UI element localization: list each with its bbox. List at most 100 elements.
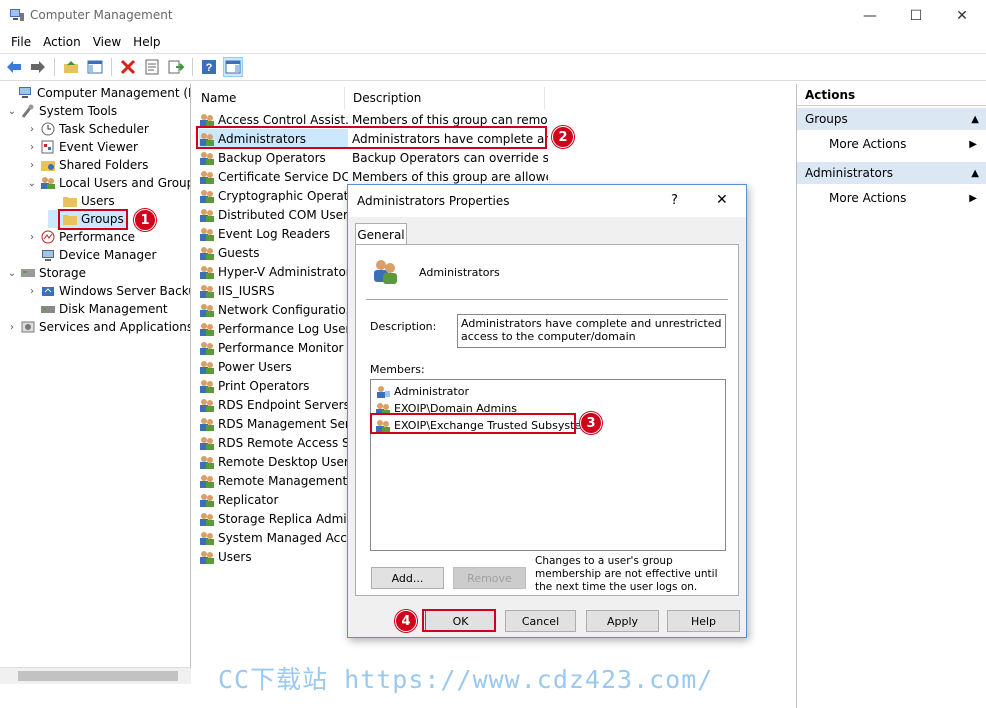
- close-button[interactable]: ✕: [939, 0, 985, 31]
- tree-item-device-manager[interactable]: Device Manager: [26, 246, 156, 264]
- list-item[interactable]: RDS Remote Access S...: [199, 433, 348, 452]
- dialog-help-button[interactable]: ?: [671, 193, 678, 208]
- tab-general[interactable]: General: [355, 223, 407, 245]
- maximize-button[interactable]: ☐: [893, 0, 939, 31]
- tree-item-event-viewer[interactable]: › Event Viewer: [26, 138, 138, 156]
- list-item[interactable]: Guests: [199, 243, 348, 262]
- group-icon: [200, 341, 214, 355]
- tree-item-performance[interactable]: › Performance: [26, 228, 135, 246]
- group-icon: [200, 531, 214, 545]
- chevron-right-icon[interactable]: ›: [26, 160, 38, 171]
- scrollbar-thumb[interactable]: [18, 671, 178, 681]
- members-list[interactable]: Administrator EXOIP\Domain Admins EXOIP\…: [370, 379, 726, 551]
- description-field[interactable]: Administrators have complete and unrestr…: [457, 314, 726, 348]
- group-description: Backup Operators can override se...: [352, 150, 548, 165]
- list-item[interactable]: Backup Operators Backup Operators can ove…: [199, 148, 548, 167]
- chevron-right-icon[interactable]: ›: [6, 322, 18, 333]
- delete-button[interactable]: [118, 57, 138, 77]
- list-item[interactable]: IIS_IUSRS: [199, 281, 348, 300]
- tree-item-computer-management[interactable]: Computer Management (Local: [4, 84, 190, 102]
- actions-section-administrators[interactable]: Administrators ▲: [797, 162, 986, 184]
- export-button[interactable]: [166, 57, 186, 77]
- list-item[interactable]: Remote Desktop Users: [199, 452, 348, 471]
- highlight-exchange-trusted-subsystem: [370, 413, 576, 434]
- help-button[interactable]: ?: [199, 57, 219, 77]
- list-item[interactable]: RDS Management Ser...: [199, 414, 348, 433]
- column-header-name[interactable]: Name: [193, 87, 345, 109]
- list-item[interactable]: Cryptographic Operat...: [199, 186, 348, 205]
- tree-item-windows-server-backup[interactable]: › Windows Server Backup: [26, 282, 190, 300]
- menu-action[interactable]: Action: [37, 35, 87, 49]
- list-item[interactable]: Distributed COM Users: [199, 205, 348, 224]
- toolbar-separator: [111, 58, 112, 76]
- group-name: Replicator: [218, 492, 279, 507]
- list-item[interactable]: RDS Endpoint Servers: [199, 395, 348, 414]
- console-tree: Computer Management (Local ⌄ System Tools…: [0, 84, 191, 684]
- list-item[interactable]: Storage Replica Admi...: [199, 509, 348, 528]
- list-item[interactable]: Hyper-V Administrators: [199, 262, 348, 281]
- list-item[interactable]: Users: [199, 547, 348, 566]
- collapse-up-icon[interactable]: ▲: [971, 168, 979, 179]
- chevron-down-icon[interactable]: ⌄: [6, 268, 18, 279]
- back-button[interactable]: [4, 57, 24, 77]
- tree-item-system-tools[interactable]: ⌄ System Tools: [6, 102, 117, 120]
- actions-section-groups[interactable]: Groups ▲: [797, 108, 986, 130]
- tree-item-users[interactable]: Users: [48, 192, 115, 210]
- list-item[interactable]: Performance Monitor ...: [199, 338, 348, 357]
- list-item[interactable]: Power Users: [199, 357, 348, 376]
- group-name: Remote Desktop Users: [218, 454, 348, 469]
- list-item[interactable]: Replicator: [199, 490, 348, 509]
- show-hide-tree-button[interactable]: [85, 57, 105, 77]
- chevron-right-icon[interactable]: ›: [26, 232, 38, 243]
- show-action-pane-button[interactable]: [223, 57, 243, 77]
- help-icon: ?: [202, 60, 216, 74]
- list-item[interactable]: System Managed Acc...: [199, 528, 348, 547]
- help-dialog-button[interactable]: Help: [667, 610, 740, 632]
- chevron-down-icon[interactable]: ⌄: [6, 106, 18, 117]
- toolbar-separator: [192, 58, 193, 76]
- toolbar: ?: [0, 53, 986, 81]
- group-name: Event Log Readers: [218, 226, 331, 241]
- group-icon: [200, 398, 214, 412]
- clock-icon: [41, 122, 55, 136]
- tree-item-services-and-applications[interactable]: › Services and Applications: [6, 318, 190, 336]
- remove-button[interactable]: Remove: [453, 567, 526, 589]
- list-item[interactable]: Network Configuratio...: [199, 300, 348, 319]
- window-title: Computer Management: [30, 8, 173, 22]
- forward-button[interactable]: [28, 57, 48, 77]
- minimize-button[interactable]: —: [847, 0, 893, 31]
- group-name: RDS Management Ser...: [218, 416, 348, 431]
- menu-help[interactable]: Help: [127, 35, 166, 49]
- up-folder-button[interactable]: [61, 57, 81, 77]
- chevron-right-icon[interactable]: ›: [26, 142, 38, 153]
- tree-item-local-users-and-groups[interactable]: ⌄ Local Users and Groups: [26, 174, 190, 192]
- member-item-administrator[interactable]: Administrator: [375, 383, 469, 400]
- chevron-down-icon[interactable]: ⌄: [26, 178, 38, 189]
- menu-file[interactable]: File: [5, 35, 37, 49]
- tree-item-disk-management[interactable]: Disk Management: [26, 300, 168, 318]
- chevron-right-icon[interactable]: ›: [26, 286, 38, 297]
- more-actions-administrators[interactable]: More Actions ▶: [797, 188, 986, 208]
- list-item[interactable]: Performance Log Users: [199, 319, 348, 338]
- properties-button[interactable]: [142, 57, 162, 77]
- tree-horizontal-scrollbar[interactable]: [0, 667, 191, 684]
- more-actions-groups[interactable]: More Actions ▶: [797, 134, 986, 154]
- collapse-up-icon[interactable]: ▲: [971, 114, 979, 125]
- tree-item-label: Disk Management: [59, 302, 168, 316]
- column-header-description[interactable]: Description: [345, 87, 545, 109]
- tree-item-task-scheduler[interactable]: › Task Scheduler: [26, 120, 149, 138]
- action-label: More Actions: [829, 191, 907, 205]
- list-item[interactable]: Print Operators: [199, 376, 348, 395]
- tree-item-shared-folders[interactable]: › Shared Folders: [26, 156, 148, 174]
- list-item[interactable]: Remote Management...: [199, 471, 348, 490]
- cancel-button[interactable]: Cancel: [505, 610, 576, 632]
- dialog-close-button[interactable]: ✕: [716, 192, 728, 208]
- list-item[interactable]: Event Log Readers: [199, 224, 348, 243]
- menu-view[interactable]: View: [87, 35, 127, 49]
- list-item[interactable]: Certificate Service DC... Members of this…: [199, 167, 548, 186]
- chevron-right-icon[interactable]: ›: [26, 124, 38, 135]
- add-button[interactable]: Add...: [371, 567, 444, 589]
- apply-button[interactable]: Apply: [586, 610, 659, 632]
- tree-item-storage[interactable]: ⌄ Storage: [6, 264, 86, 282]
- member-label: Administrator: [394, 385, 469, 398]
